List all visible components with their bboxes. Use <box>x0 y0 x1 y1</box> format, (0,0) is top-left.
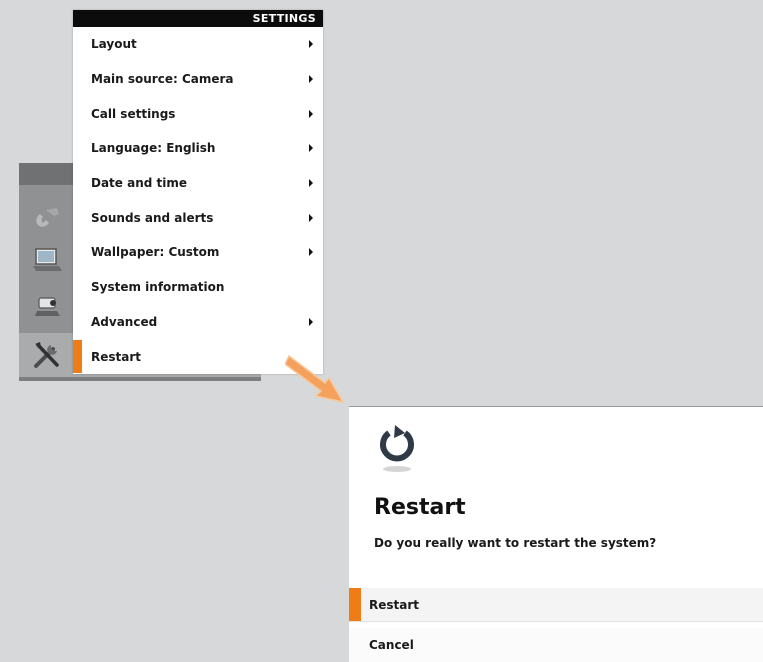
cancel-button[interactable]: Cancel <box>349 628 763 662</box>
settings-menu: SETTINGS Layout Main source: Camera Call… <box>73 10 323 374</box>
chevron-right-icon <box>309 248 313 257</box>
chevron-right-icon <box>309 40 313 49</box>
menu-item-label: Wallpaper: Custom <box>91 245 220 260</box>
settings-menu-header: SETTINGS <box>73 10 323 27</box>
camera-icon[interactable] <box>27 289 67 323</box>
restart-button[interactable]: Restart <box>349 588 763 622</box>
dock-footer <box>19 377 261 381</box>
menu-item-call-settings[interactable]: Call settings <box>73 96 323 131</box>
menu-item-wallpaper[interactable]: Wallpaper: Custom <box>73 235 323 270</box>
menu-item-main-source[interactable]: Main source: Camera <box>73 62 323 97</box>
chevron-right-icon <box>309 75 313 84</box>
restart-button-label: Restart <box>369 597 420 612</box>
restart-icon <box>380 425 414 472</box>
menu-item-label: Main source: Camera <box>91 72 234 87</box>
menu-item-label: Call settings <box>91 106 176 121</box>
phone-icon[interactable] <box>27 201 67 235</box>
menu-item-label: Restart <box>91 349 142 364</box>
menu-item-label: Date and time <box>91 176 188 191</box>
menu-item-language[interactable]: Language: English <box>73 131 323 166</box>
menu-item-label: Language: English <box>91 141 216 156</box>
chevron-right-icon <box>309 109 313 118</box>
menu-item-label: Sounds and alerts <box>91 210 214 225</box>
menu-item-layout[interactable]: Layout <box>73 27 323 62</box>
chevron-right-icon <box>309 213 313 222</box>
menu-item-label: Layout <box>91 37 137 52</box>
pointer-arrow-icon <box>285 354 345 404</box>
menu-item-label: Advanced <box>91 314 158 329</box>
restart-dialog: Restart Do you really want to restart th… <box>349 406 763 662</box>
dialog-message: Do you really want to restart the system… <box>374 536 657 550</box>
cancel-button-label: Cancel <box>369 638 414 652</box>
tools-icon[interactable] <box>27 338 67 372</box>
chevron-right-icon <box>309 179 313 188</box>
menu-item-date-and-time[interactable]: Date and time <box>73 166 323 201</box>
menu-item-label: System information <box>91 280 225 295</box>
laptop-icon[interactable] <box>27 243 67 277</box>
chevron-right-icon <box>309 317 313 326</box>
menu-item-sounds-and-alerts[interactable]: Sounds and alerts <box>73 200 323 235</box>
dialog-title: Restart <box>374 495 466 520</box>
chevron-right-icon <box>309 144 313 153</box>
menu-item-system-information[interactable]: System information <box>73 270 323 305</box>
menu-item-advanced[interactable]: Advanced <box>73 305 323 340</box>
